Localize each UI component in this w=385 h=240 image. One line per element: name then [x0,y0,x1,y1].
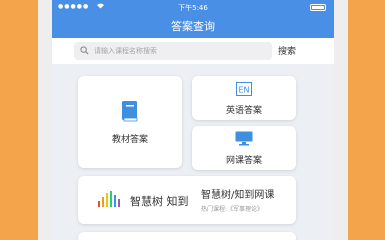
nav-bar: 答案查询 [52,14,334,38]
status-bar: ●●●●● 下午5:46 [52,0,334,14]
page-title: 答案查询 [171,20,215,33]
zhihuishu-logo-icon [98,191,120,207]
search-bar: 搜索 [52,38,334,64]
book-icon [122,101,138,122]
app-screen: ●●●●● 下午5:46 答案查询 搜索 教材答案 EN [52,0,334,240]
english-answers-label: 英语答案 [225,106,262,116]
monitor-icon [235,131,253,146]
search-input[interactable] [94,44,264,58]
textbook-answers-card[interactable]: 教材答案 [78,76,182,168]
zhihuishu-logo-text: 智慧树 知到 [130,195,189,208]
online-course-answers-label: 网课答案 [225,156,262,166]
zhihuishu-title: 智慧树/知到网课 [201,190,275,201]
english-answers-card[interactable]: EN 英语答案 [192,76,296,120]
battery-icon [310,4,326,11]
next-card-partial[interactable] [78,232,296,240]
en-icon: EN [236,82,252,96]
textbook-answers-label: 教材答案 [111,135,148,145]
zhihuishu-card[interactable]: 智慧树 知到 智慧树/知到网课 热门课程:《军事理论》 [78,176,296,224]
zhihuishu-logo: 智慧树 知到 [98,189,198,211]
search-icon [80,46,89,55]
status-time: 下午5:46 [178,4,208,12]
en-icon-text: EN [238,86,249,95]
search-box[interactable] [74,42,272,60]
online-course-answers-card[interactable]: 网课答案 [192,126,296,170]
search-button[interactable]: 搜索 [278,44,296,57]
zhihuishu-subtitle: 热门课程:《军事理论》 [201,206,264,213]
